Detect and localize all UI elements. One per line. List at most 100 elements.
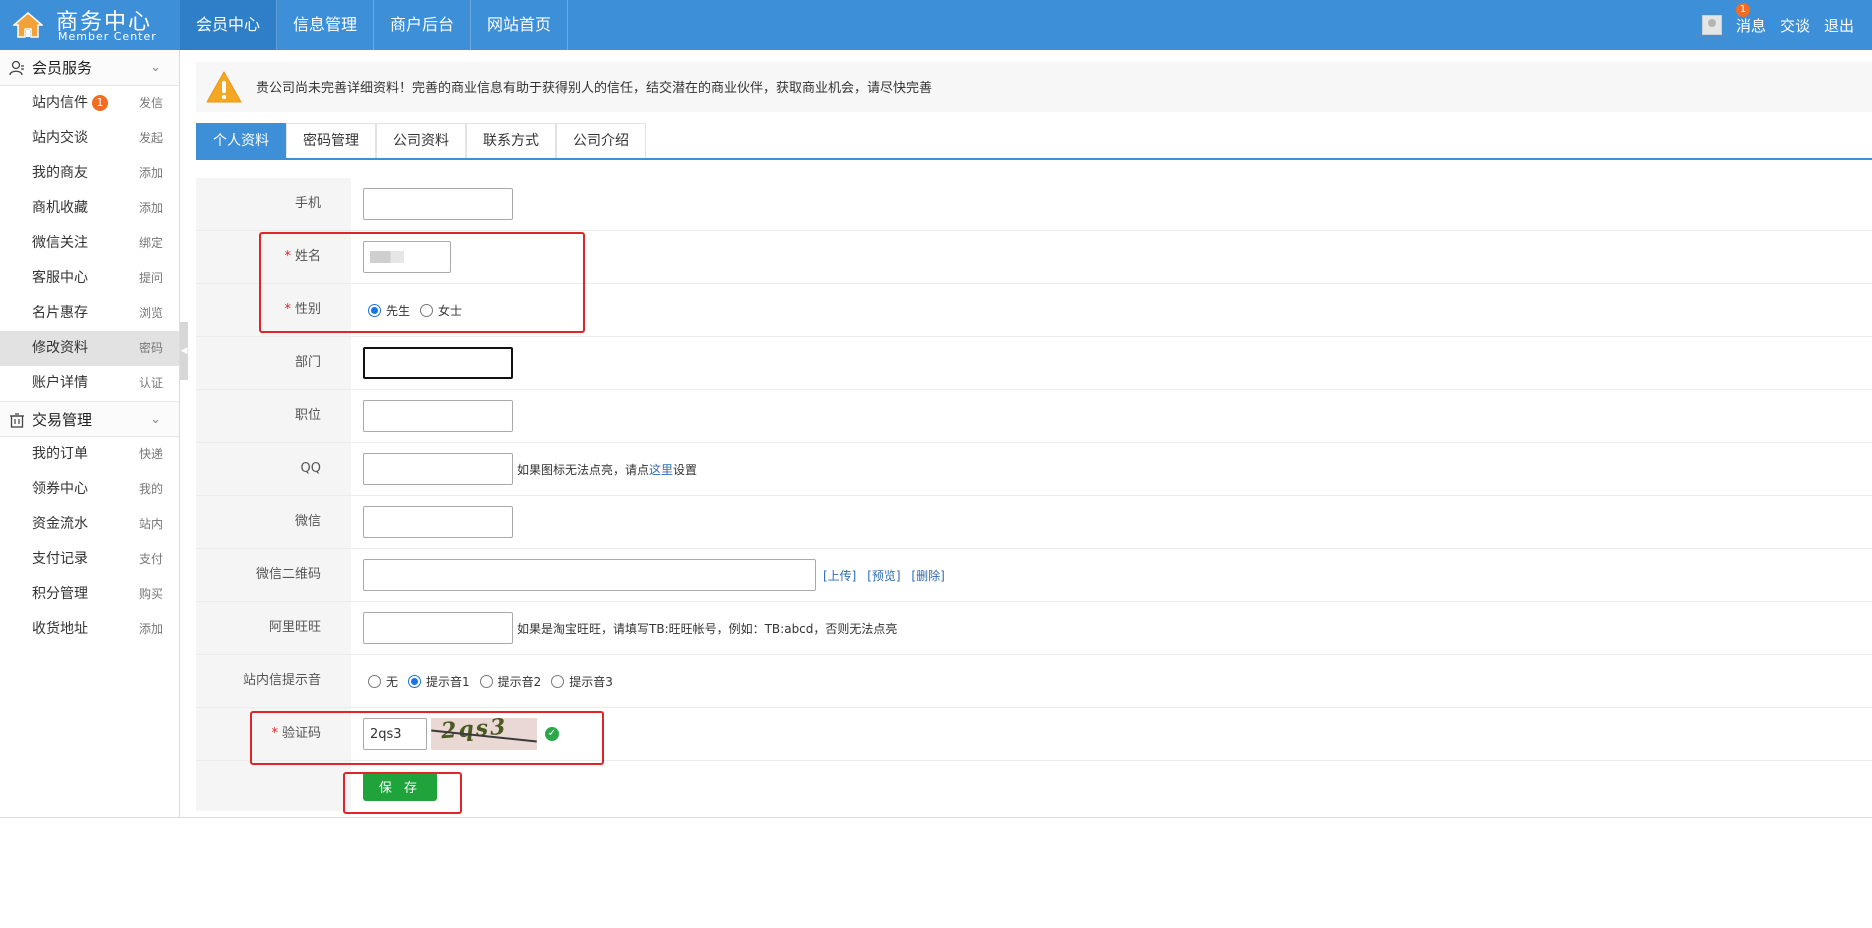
sound-radio-none[interactable]: 无 (368, 673, 398, 690)
page-bottom-divider (0, 817, 1872, 818)
sidebar-item-points[interactable]: 积分管理 购买 (0, 577, 179, 612)
sidebar-item-business-cards[interactable]: 名片惠存 浏览 (0, 296, 179, 331)
radio-unchecked-icon[interactable] (420, 303, 434, 317)
department-input[interactable] (363, 347, 513, 379)
unread-badge: 1 (92, 95, 108, 111)
field-label: 手机 (196, 178, 351, 230)
profile-tabs: 个人资料 密码管理 公司资料 联系方式 公司介绍 (196, 123, 1872, 160)
qq-settings-link[interactable]: 这里 (649, 463, 673, 477)
sidebar: 会员服务 ⌄ 站内信件 1 发信 站内交谈 发起 我的商友 添加 商机收藏 添加 … (0, 50, 180, 818)
nav-member-center[interactable]: 会员中心 (180, 0, 278, 50)
avatar[interactable] (1701, 15, 1722, 35)
nav-site-home[interactable]: 网站首页 (471, 0, 569, 50)
logo[interactable]: 商务中心 Member Center (0, 0, 180, 50)
sidebar-item-payments[interactable]: 支付记录 支付 (0, 542, 179, 577)
sidebar-item-chat[interactable]: 站内交谈 发起 (0, 121, 179, 156)
sidebar-item-action[interactable]: 添加 (139, 191, 163, 226)
main-content: 贵公司尚未完善详细资料！完善的商业信息有助于获得别人的信任，结交潜在的商业伙伴，… (196, 50, 1872, 818)
sidebar-item-action[interactable]: 发起 (139, 121, 163, 156)
tab-password[interactable]: 密码管理 (286, 123, 376, 158)
sidebar-collapse-handle[interactable]: ◀ (180, 322, 188, 380)
sidebar-item-action[interactable]: 认证 (139, 366, 163, 401)
nav-merchant-backend[interactable]: 商户后台 (374, 0, 472, 50)
form-row-save: 保 存 (196, 761, 1872, 811)
qq-hint: 如果图标无法点亮，请点这里设置 (517, 462, 698, 477)
chevron-down-icon[interactable]: ⌄ (150, 50, 161, 86)
tab-contact[interactable]: 联系方式 (466, 123, 556, 158)
sidebar-item-orders[interactable]: 我的订单 快递 (0, 437, 179, 472)
sidebar-item-addresses[interactable]: 收货地址 添加 (0, 612, 179, 647)
sound-radio-3[interactable]: 提示音3 (551, 673, 613, 690)
field-label: QQ (196, 443, 351, 495)
wechat-input[interactable] (363, 506, 513, 538)
wangwang-input[interactable] (363, 612, 513, 644)
sidebar-item-favorites[interactable]: 商机收藏 添加 (0, 191, 179, 226)
sidebar-item-inbox[interactable]: 站内信件 1 发信 (0, 86, 179, 121)
incomplete-profile-notice: 贵公司尚未完善详细资料！完善的商业信息有助于获得别人的信任，结交潜在的商业伙伴，… (196, 62, 1872, 112)
sidebar-item-edit-profile[interactable]: 修改资料 密码 (0, 331, 179, 366)
chevron-down-icon[interactable]: ⌄ (150, 402, 161, 438)
sidebar-item-action[interactable]: 密码 (139, 331, 163, 366)
sidebar-item-funds[interactable]: 资金流水 站内 (0, 507, 179, 542)
sidebar-item-wechat[interactable]: 微信关注 绑定 (0, 226, 179, 261)
sidebar-item-account-details[interactable]: 账户详情 认证 (0, 366, 179, 401)
qr-preview-link[interactable]: [预览] (867, 569, 900, 583)
gender-radio-male[interactable]: 先生 (368, 302, 410, 319)
nav-info-management[interactable]: 信息管理 (277, 0, 375, 50)
logo-subtitle: Member Center (58, 30, 157, 43)
sidebar-item-label: 资金流水 (32, 516, 88, 532)
captcha-input[interactable] (363, 718, 427, 750)
sidebar-item-action[interactable]: 提问 (139, 261, 163, 296)
tab-company-intro[interactable]: 公司介绍 (556, 123, 646, 158)
save-button[interactable]: 保 存 (363, 772, 437, 801)
sidebar-item-action[interactable]: 浏览 (139, 296, 163, 331)
logout-link[interactable]: 退出 (1824, 15, 1854, 36)
sidebar-item-label: 收货地址 (32, 621, 88, 637)
sidebar-item-action[interactable]: 快递 (139, 437, 163, 472)
qr-delete-link[interactable]: [删除] (911, 569, 944, 583)
qr-upload-link[interactable]: [上传] (823, 569, 856, 583)
sidebar-item-action[interactable]: 购买 (139, 577, 163, 612)
mobile-input[interactable] (363, 188, 513, 220)
sidebar-item-action[interactable]: 我的 (139, 472, 163, 507)
sidebar-item-label: 站内信件 (32, 95, 88, 111)
position-input[interactable] (363, 400, 513, 432)
sidebar-item-coupons[interactable]: 领券中心 我的 (0, 472, 179, 507)
captcha-image[interactable]: 2qs3 (431, 718, 537, 750)
qq-input[interactable] (363, 453, 513, 485)
name-input[interactable] (363, 241, 451, 273)
chat-link[interactable]: 交谈 (1780, 15, 1810, 36)
radio-unchecked-icon[interactable] (368, 674, 381, 688)
sidebar-item-support[interactable]: 客服中心 提问 (0, 261, 179, 296)
sidebar-item-action[interactable]: 站内 (139, 507, 163, 542)
radio-checked-icon[interactable] (368, 303, 381, 317)
sidebar-item-label: 修改资料 (32, 340, 88, 356)
sidebar-item-business-friends[interactable]: 我的商友 添加 (0, 156, 179, 191)
user-menu: 消息 1 交谈 退出 (1701, 0, 1854, 50)
sidebar-item-action[interactable]: 添加 (139, 612, 163, 647)
sidebar-item-label: 我的订单 (32, 446, 88, 462)
tab-company-info[interactable]: 公司资料 (376, 123, 466, 158)
sidebar-item-action[interactable]: 发信 (139, 86, 163, 121)
sidebar-item-label: 商机收藏 (32, 200, 88, 216)
sound-radio-2[interactable]: 提示音2 (479, 673, 541, 690)
messages-label: 消息 (1735, 16, 1766, 35)
radio-unchecked-icon[interactable] (551, 674, 565, 688)
field-label: 站内信提示音 (196, 655, 351, 707)
sidebar-item-action[interactable]: 添加 (139, 156, 163, 191)
sidebar-section-member-services[interactable]: 会员服务 ⌄ (0, 50, 179, 86)
check-icon: ✓ (545, 727, 559, 741)
form-row-wechat-qr: 微信二维码 [上传] [预览] [删除] (196, 549, 1872, 602)
radio-unchecked-icon[interactable] (479, 674, 493, 688)
wechat-qr-input[interactable] (363, 559, 816, 591)
sidebar-section-trade-management[interactable]: 交易管理 ⌄ (0, 401, 179, 437)
sidebar-item-action[interactable]: 支付 (139, 542, 163, 577)
profile-form: 手机 * 姓名 * 性别 先生 女士 部门 职位 QQ 如果图标无法点亮，请点这… (196, 178, 1872, 811)
messages-link[interactable]: 消息 1 (1735, 2, 1766, 36)
gender-radio-female[interactable]: 女士 (420, 302, 462, 319)
sidebar-item-action[interactable]: 绑定 (139, 226, 163, 261)
sidebar-item-label: 名片惠存 (32, 305, 88, 321)
sound-radio-1[interactable]: 提示音1 (408, 673, 470, 690)
radio-checked-icon[interactable] (408, 674, 422, 688)
tab-personal-info[interactable]: 个人资料 (196, 123, 286, 158)
